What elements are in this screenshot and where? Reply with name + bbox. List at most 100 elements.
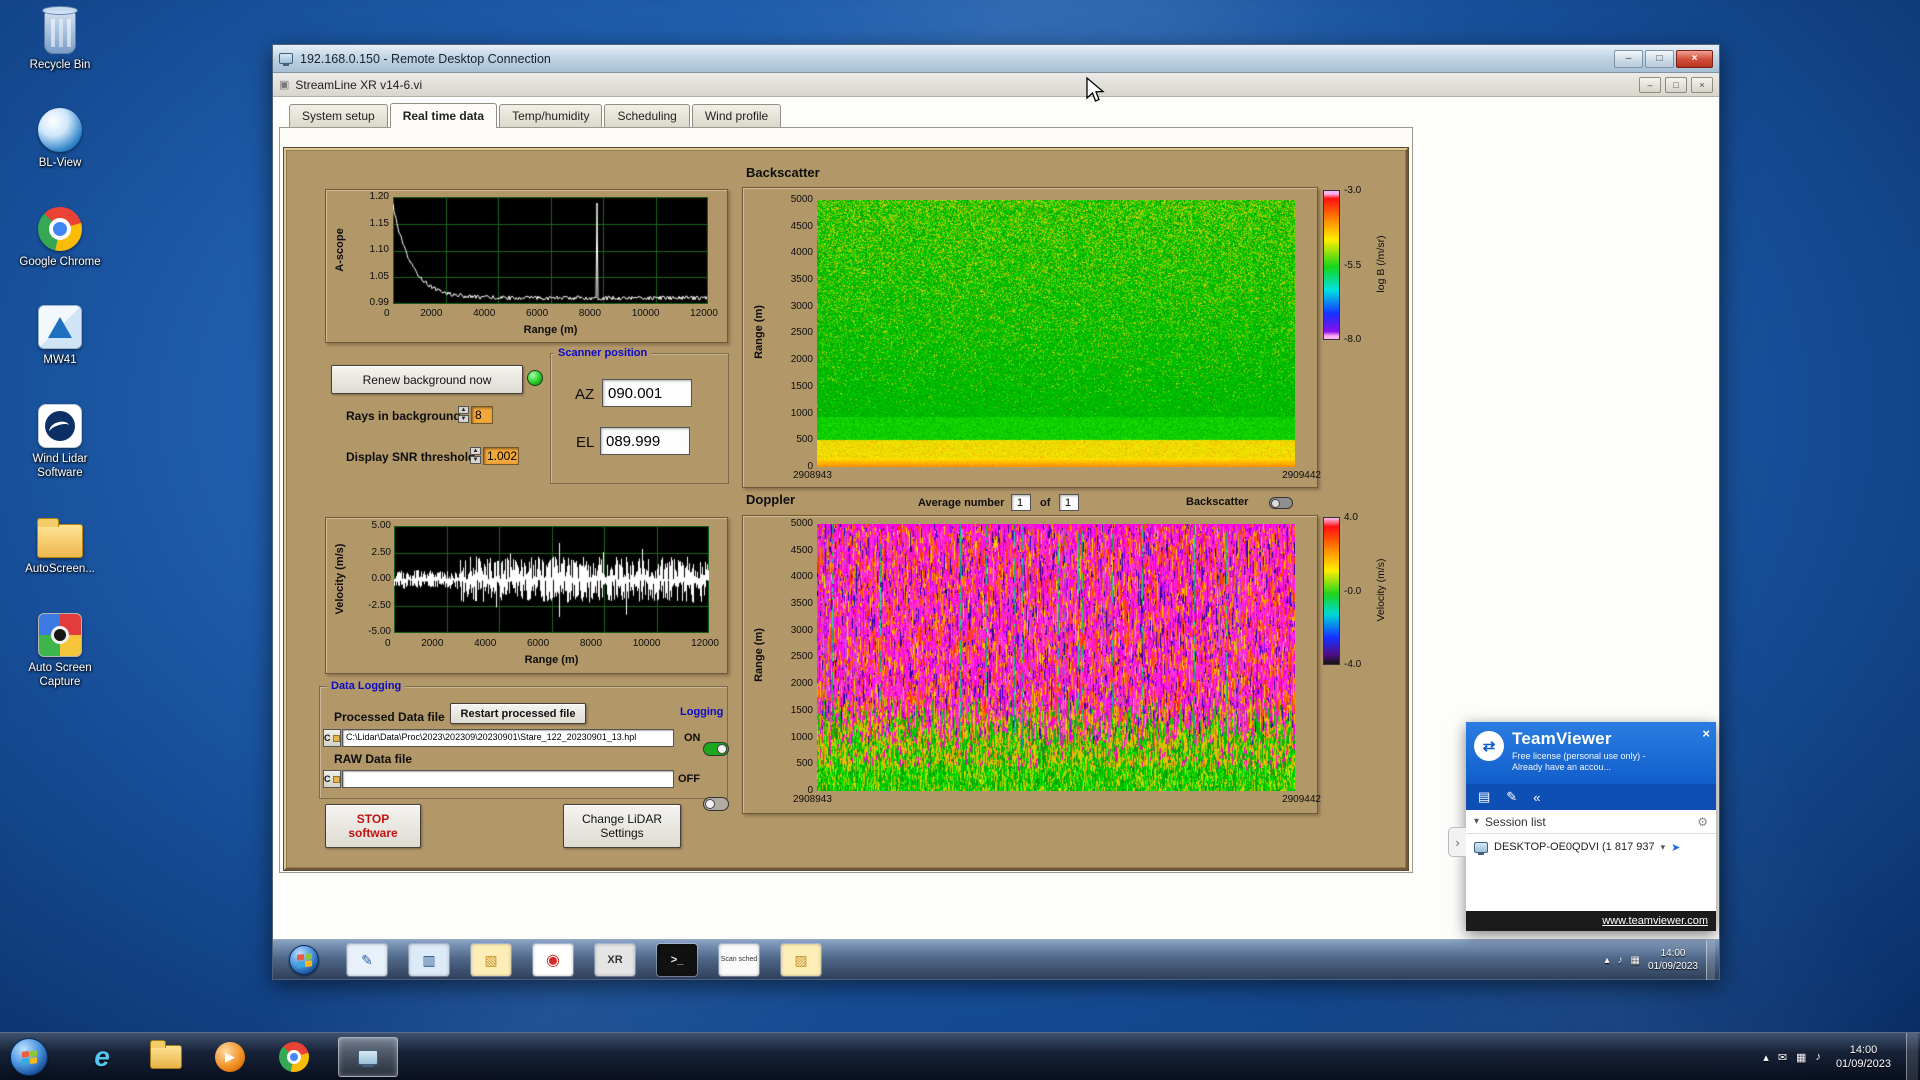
desktop-icon-auto-screen-capture[interactable]: Auto Screen Capture	[10, 612, 110, 690]
backscatter-colorbar-ticks: -3.0 -5.5 -8.0	[1344, 185, 1362, 345]
computers-icon[interactable]: ▤	[1478, 789, 1490, 805]
remote-system-tray: ▴ ♪ ▦ 14:00 01/09/2023	[1604, 940, 1715, 980]
tab-temp-humidity[interactable]: Temp/humidity	[499, 104, 603, 127]
internet-explorer-icon[interactable]: e	[82, 1037, 122, 1077]
tab-scheduling[interactable]: Scheduling	[604, 104, 690, 127]
restart-processed-file-button[interactable]: Restart processed file	[450, 703, 586, 724]
rdp-close-button[interactable]: ×	[1676, 49, 1713, 68]
app-window-title: StreamLine XR v14-6.vi	[295, 77, 423, 92]
desktop-icon-column: Recycle Bin BL-View Google Chrome MW41 W…	[10, 6, 110, 690]
desktop-icon-mw41[interactable]: MW41	[10, 305, 110, 367]
app-close-button[interactable]: ×	[1691, 76, 1713, 93]
el-label: EL	[576, 434, 595, 451]
desktop-icon-label: Recycle Bin	[29, 59, 91, 71]
rdp-minimize-button[interactable]: –	[1614, 49, 1643, 68]
raw-logging-toggle[interactable]	[703, 797, 729, 811]
volume-icon[interactable]: ♪	[1815, 1051, 1821, 1063]
session-list-header[interactable]: ▾ Session list ⚙	[1466, 810, 1716, 834]
show-hidden-icons[interactable]: ▴	[1763, 1051, 1769, 1064]
rays-spinner[interactable]: ▲ ▼	[458, 406, 469, 423]
session-entry[interactable]: DESKTOP-OE0QDVI (1 817 937 ▾ ➤	[1466, 834, 1716, 860]
annotate-icon[interactable]: ✎	[1506, 789, 1517, 805]
snr-threshold-label: Display SNR threshold	[346, 450, 476, 464]
xr-app-icon[interactable]: XR	[595, 944, 635, 976]
teamviewer-link[interactable]: www.teamviewer.com	[1602, 915, 1708, 927]
doppler-x-ticks: 2908943 2909442	[793, 794, 1321, 805]
remote-clock[interactable]: 14:00 01/09/2023	[1648, 947, 1698, 973]
az-value-field[interactable]: 090.001	[602, 379, 692, 407]
remote-start-button[interactable]	[289, 945, 319, 975]
paint-app-icon[interactable]: ✎	[347, 944, 387, 976]
volume-icon[interactable]: ♪	[1617, 955, 1622, 966]
average-count-field[interactable]: 1	[1059, 494, 1079, 511]
processed-logging-toggle[interactable]	[703, 742, 729, 756]
raw-path-field[interactable]	[342, 770, 674, 788]
stop-software-button[interactable]: STOP software	[325, 804, 421, 848]
remote-control-icon[interactable]: ➤	[1671, 841, 1680, 854]
rdp-titlebar[interactable]: 192.168.0.150 - Remote Desktop Connectio…	[273, 45, 1719, 73]
command-prompt-icon[interactable]: >_	[657, 944, 697, 976]
snr-spinner[interactable]: ▲ ▼	[470, 447, 481, 464]
desktop-icon-wind-lidar[interactable]: Wind Lidar Software	[10, 403, 110, 481]
remote-desktop-taskbar-icon[interactable]	[338, 1037, 398, 1077]
average-number-label: Average number	[918, 497, 1005, 509]
wind-lidar-icon	[38, 403, 82, 448]
desktop-icon-bl-view[interactable]: BL-View	[10, 108, 110, 170]
network-app-icon[interactable]: ▥	[409, 944, 449, 976]
tab-real-time-data[interactable]: Real time data	[389, 103, 498, 128]
raw-drive-button[interactable]: C	[323, 770, 341, 788]
tab-wind-profile[interactable]: Wind profile	[691, 104, 782, 127]
chrome-taskbar-icon[interactable]	[274, 1037, 314, 1077]
app-titlebar[interactable]: ▣ StreamLine XR v14-6.vi – □ ×	[273, 73, 1719, 97]
renew-background-button[interactable]: Renew background now	[331, 365, 523, 394]
start-button[interactable]	[10, 1038, 48, 1076]
power-app-icon[interactable]: ◉	[533, 944, 573, 976]
collapse-icon[interactable]: «	[1533, 790, 1540, 805]
teamviewer-panel: › ⇄ TeamViewer Free license (personal us…	[1448, 722, 1716, 931]
chevron-down-icon[interactable]: ▾	[1661, 842, 1666, 853]
change-lidar-settings-button[interactable]: Change LiDAR Settings	[563, 804, 681, 848]
backscatter-display-toggle[interactable]	[1269, 497, 1293, 509]
background-led	[527, 370, 543, 386]
processed-drive-button[interactable]: C	[323, 729, 341, 747]
backscatter-x-ticks: 2908943 2909442	[793, 470, 1321, 481]
app-restore-button[interactable]: □	[1665, 76, 1687, 93]
chrome-icon	[38, 206, 82, 251]
processed-path-field[interactable]: C:\Lidar\Data\Proc\2023\202309\20230901\…	[342, 729, 674, 747]
clock[interactable]: 14:00 01/09/2023	[1830, 1043, 1897, 1072]
average-number-field[interactable]: 1	[1011, 494, 1031, 511]
doppler-colorbar-label: Velocity (m/s)	[1375, 558, 1387, 622]
app-minimize-button[interactable]: –	[1639, 76, 1661, 93]
tab-page: A-scope 1.20 1.15 1.10 1.05 0.99 0 2000 …	[279, 127, 1413, 873]
rays-value-field[interactable]: 8	[471, 406, 493, 424]
documents-folder-icon[interactable]: ▨	[781, 944, 821, 976]
show-desktop-button[interactable]	[1906, 1033, 1918, 1080]
desktop-icon-autoscreen-folder[interactable]: AutoScreen...	[10, 516, 110, 576]
teamviewer-close-button[interactable]: ×	[1702, 726, 1710, 741]
gear-icon[interactable]: ⚙	[1697, 815, 1708, 829]
tab-system-setup[interactable]: System setup	[289, 104, 388, 127]
remote-show-desktop-button[interactable]	[1706, 940, 1715, 980]
windows-explorer-icon[interactable]	[146, 1037, 186, 1077]
processed-logging-state: ON	[684, 732, 701, 744]
snr-value-field[interactable]: 1.002	[483, 447, 519, 465]
desktop-icon-google-chrome[interactable]: Google Chrome	[10, 206, 110, 269]
media-player-icon[interactable]: ▶	[210, 1037, 250, 1077]
el-value-field[interactable]: 089.999	[600, 427, 690, 455]
network-icon[interactable]: ▦	[1796, 1051, 1806, 1064]
pictures-folder-icon[interactable]: ▧	[471, 944, 511, 976]
data-logging-title: Data Logging	[327, 680, 406, 692]
logging-label: Logging	[680, 706, 724, 718]
show-hidden-icons[interactable]: ▴	[1604, 955, 1609, 966]
az-label: AZ	[575, 386, 595, 403]
teamviewer-collapse-tab[interactable]: ›	[1448, 827, 1466, 857]
action-center-icon[interactable]: ✉	[1778, 1051, 1787, 1064]
teamviewer-title: TeamViewer	[1512, 729, 1612, 748]
rdp-restore-button[interactable]: □	[1645, 49, 1674, 68]
taskbar: e ▶ ▴ ✉ ▦ ♪ 14:00 01/09/2023	[0, 1032, 1920, 1080]
teamviewer-footer: www.teamviewer.com	[1466, 911, 1716, 931]
scan-sched-icon[interactable]: Scan sched	[719, 944, 759, 976]
network-icon[interactable]: ▦	[1630, 955, 1639, 966]
desktop-icon-recycle-bin[interactable]: Recycle Bin	[10, 6, 110, 72]
rays-in-background-label: Rays in background	[346, 409, 461, 423]
